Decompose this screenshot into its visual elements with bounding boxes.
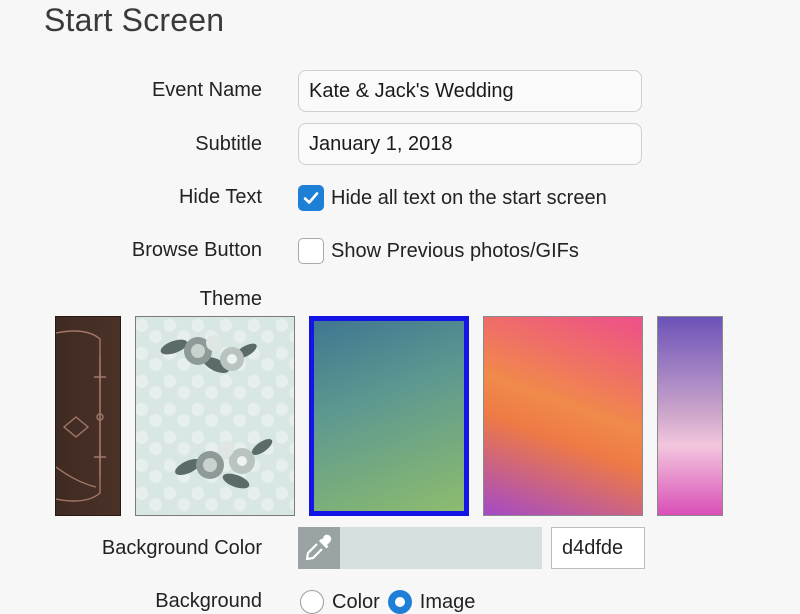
event-name-label: Event Name [151, 79, 262, 101]
hex-color-input[interactable]: d4dfde [551, 527, 645, 569]
hide-text-option[interactable]: Hide all text on the start screen [298, 185, 607, 211]
browse-button-option-label: Show Previous photos/GIFs [331, 239, 579, 262]
eyedropper-icon [305, 534, 332, 561]
background-color-radio-label: Color [332, 590, 380, 613]
ornament-decoration [55, 330, 106, 502]
background-image-radio[interactable] [387, 590, 412, 614]
background-color-label: Background Color [101, 537, 262, 559]
theme-carousel[interactable] [0, 316, 800, 516]
roses-illustration [160, 335, 273, 489]
background-image-radio-label: Image [419, 590, 476, 613]
theme-label: Theme [199, 288, 262, 310]
eyedropper-button[interactable] [298, 527, 340, 569]
color-swatch[interactable] [340, 527, 542, 569]
theme-tile-dark-ornate[interactable] [55, 316, 121, 516]
hide-text-option-label: Hide all text on the start screen [331, 186, 607, 209]
background-label: Background [155, 590, 262, 612]
hide-text-label: Hide Text [178, 186, 262, 208]
background-radio-group: Color Image [300, 590, 483, 614]
browse-button-option[interactable]: Show Previous photos/GIFs [298, 238, 579, 264]
theme-tile-teal-gradient[interactable] [309, 316, 469, 516]
theme-tile-sunset-gradient[interactable] [483, 316, 643, 516]
subtitle-input[interactable]: January 1, 2018 [298, 123, 642, 165]
theme-tile-floral-roses[interactable] [135, 316, 295, 516]
browse-button-checkbox[interactable] [298, 238, 324, 264]
browse-button-label: Browse Button [131, 239, 262, 261]
background-color-radio[interactable] [300, 590, 324, 614]
event-name-input[interactable]: Kate & Jack's Wedding [298, 70, 642, 112]
subtitle-label: Subtitle [195, 133, 262, 155]
theme-tile-purple-pink-gradient[interactable] [657, 316, 723, 516]
hide-text-checkbox[interactable] [298, 185, 324, 211]
page-title: Start Screen [44, 2, 225, 38]
checkmark-icon [303, 192, 319, 204]
